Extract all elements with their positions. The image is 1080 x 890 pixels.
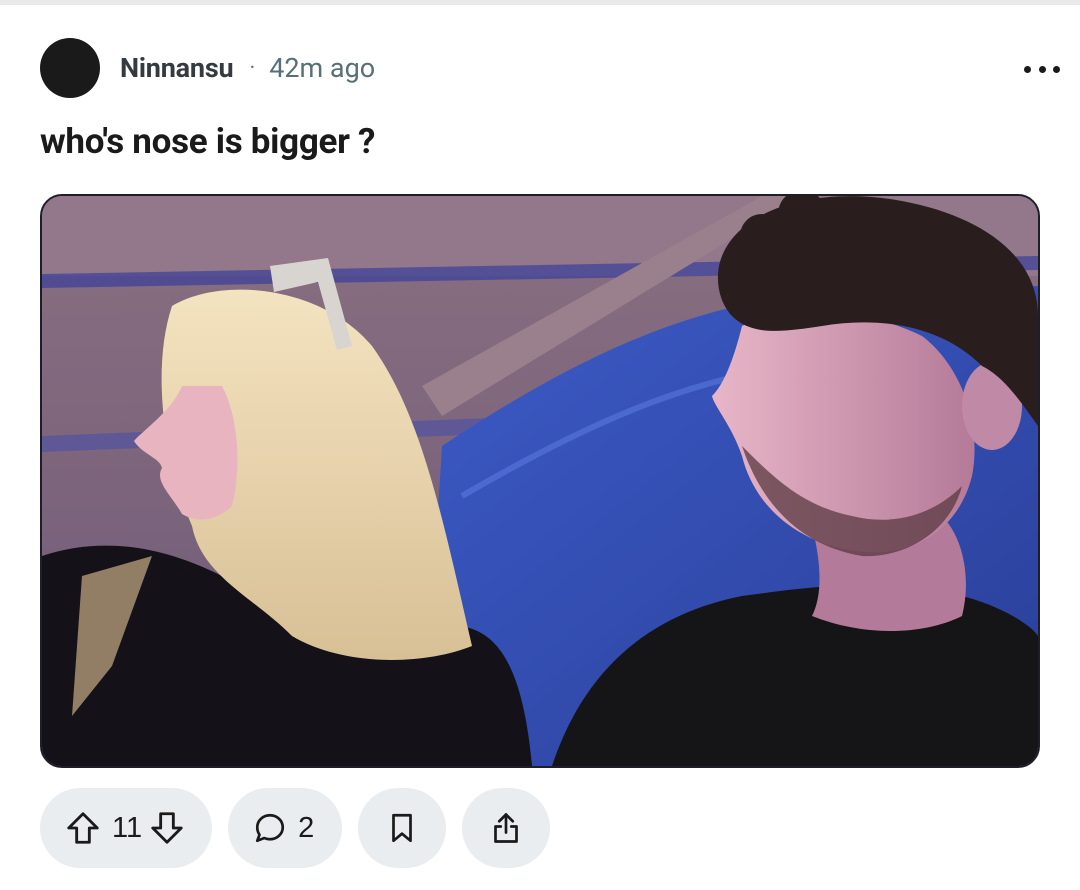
- comment-count: 2: [298, 811, 315, 844]
- vote-count: 11: [112, 811, 143, 844]
- share-icon: [488, 810, 524, 846]
- upvote-arrow-icon[interactable]: [64, 809, 102, 847]
- more-dot: [1024, 65, 1031, 73]
- save-button[interactable]: [358, 788, 447, 868]
- downvote-arrow-icon[interactable]: [148, 809, 186, 847]
- more-options-icon[interactable]: [1024, 61, 1060, 77]
- post-timestamp: 42m ago: [269, 52, 376, 84]
- vote-control: 11: [40, 788, 213, 868]
- meta-separator: ·: [249, 55, 256, 81]
- more-dot: [1038, 65, 1046, 73]
- user-avatar[interactable]: [40, 38, 100, 98]
- comment-bubble-icon: [252, 810, 288, 846]
- post-action-bar: 11 2: [40, 788, 551, 868]
- more-dot: [1053, 65, 1060, 73]
- share-button[interactable]: [462, 788, 551, 868]
- photo-illustration: [42, 196, 1038, 766]
- username-link[interactable]: Ninnansu: [120, 52, 234, 84]
- comments-button[interactable]: 2: [228, 788, 343, 868]
- post-image[interactable]: [40, 194, 1040, 768]
- post-header: Ninnansu · 42m ago: [40, 38, 1040, 98]
- post-card: Ninnansu · 42m ago who's nose is bigger …: [0, 5, 1080, 890]
- bookmark-icon: [385, 811, 419, 845]
- post-title[interactable]: who's nose is bigger ?: [40, 121, 375, 162]
